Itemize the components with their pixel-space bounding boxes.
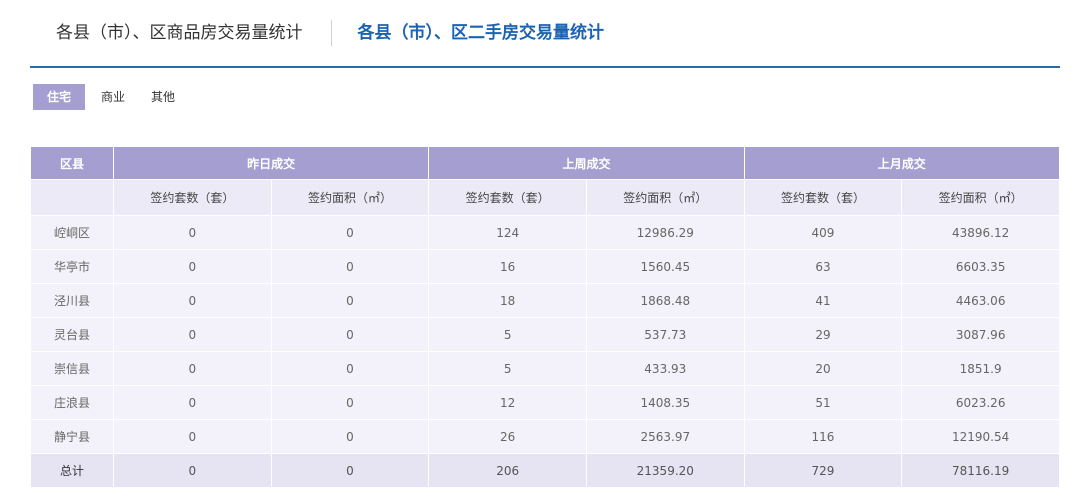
value-cell: 1560.45 [585, 249, 745, 284]
subheader-row: 签约套数（套） 签约面积（㎡） 签约套数（套） 签约面积（㎡） 签约套数（套） … [30, 179, 1060, 216]
value-cell: 1408.35 [585, 385, 745, 420]
value-cell: 124 [428, 215, 587, 250]
value-cell: 0 [270, 249, 430, 284]
district-cell: 庄浪县 [30, 385, 114, 420]
header-last-month: 上月成交 [743, 146, 1061, 180]
value-cell: 43896.12 [901, 215, 1060, 250]
header-last-week: 上周成交 [428, 146, 745, 180]
value-cell: 26 [428, 419, 587, 454]
tab-secondhand-housing[interactable]: 各县（市）、区二手房交易量统计 [332, 0, 633, 66]
district-cell: 崆峒区 [30, 215, 114, 250]
header-tabs: 各县（市）、区商品房交易量统计 各县（市）、区二手房交易量统计 [30, 0, 1060, 68]
value-cell: 12 [428, 385, 587, 420]
value-cell: 12986.29 [585, 215, 745, 250]
value-cell: 16 [428, 249, 587, 284]
value-cell: 1868.48 [585, 283, 745, 318]
subheader-cell: 签约面积（㎡） [901, 179, 1060, 216]
value-cell: 206 [428, 453, 587, 488]
value-cell: 20 [743, 351, 903, 386]
value-cell: 63 [743, 249, 903, 284]
value-cell: 6023.26 [901, 385, 1060, 420]
value-cell: 0 [113, 317, 272, 352]
value-cell: 409 [743, 215, 903, 250]
table-row: 泾川县 0 0 18 1868.48 41 4463.06 [30, 283, 1060, 318]
value-cell: 2563.97 [585, 419, 745, 454]
district-cell: 华亭市 [30, 249, 114, 284]
value-cell: 0 [270, 283, 430, 318]
transaction-table: 区县 昨日成交 上周成交 上月成交 签约套数（套） 签约面积（㎡） 签约套数（套… [30, 146, 1061, 488]
value-cell: 537.73 [585, 317, 745, 352]
subheader-empty [30, 179, 114, 216]
value-cell: 433.93 [585, 351, 745, 386]
value-cell: 41 [743, 283, 903, 318]
property-type-tabs: 住宅 商业 其他 [33, 84, 201, 110]
subheader-cell: 签约面积（㎡） [585, 179, 745, 216]
value-cell: 0 [270, 215, 430, 250]
header-district: 区县 [30, 146, 114, 180]
subtab-commercial[interactable]: 商业 [101, 84, 125, 110]
value-cell: 0 [113, 351, 272, 386]
district-cell: 总计 [30, 453, 114, 488]
value-cell: 0 [113, 215, 272, 250]
value-cell: 29 [743, 317, 903, 352]
value-cell: 18 [428, 283, 587, 318]
value-cell: 5 [428, 351, 587, 386]
subheader-cell: 签约面积（㎡） [270, 179, 430, 216]
value-cell: 5 [428, 317, 587, 352]
value-cell: 0 [270, 453, 430, 488]
value-cell: 0 [270, 385, 430, 420]
value-cell: 0 [113, 249, 272, 284]
value-cell: 4463.06 [901, 283, 1060, 318]
value-cell: 0 [113, 419, 272, 454]
district-cell: 静宁县 [30, 419, 114, 454]
value-cell: 0 [270, 351, 430, 386]
value-cell: 116 [743, 419, 903, 454]
value-cell: 6603.35 [901, 249, 1060, 284]
district-cell: 灵台县 [30, 317, 114, 352]
value-cell: 51 [743, 385, 903, 420]
value-cell: 0 [270, 419, 430, 454]
value-cell: 729 [743, 453, 903, 488]
table-row: 庄浪县 0 0 12 1408.35 51 6023.26 [30, 385, 1060, 420]
subheader-cell: 签约套数（套） [743, 179, 903, 216]
value-cell: 21359.20 [585, 453, 745, 488]
value-cell: 0 [113, 385, 272, 420]
total-row: 总计 0 0 206 21359.20 729 78116.19 [30, 453, 1060, 488]
subtab-residential[interactable]: 住宅 [33, 84, 86, 110]
table-row: 华亭市 0 0 16 1560.45 63 6603.35 [30, 249, 1060, 284]
district-cell: 泾川县 [30, 283, 114, 318]
header-yesterday: 昨日成交 [112, 146, 430, 180]
subheader-cell: 签约套数（套） [113, 179, 272, 216]
subtab-other[interactable]: 其他 [151, 84, 175, 110]
value-cell: 0 [113, 283, 272, 318]
value-cell: 3087.96 [901, 317, 1060, 352]
district-cell: 崇信县 [30, 351, 114, 386]
tab-commercial-housing[interactable]: 各县（市）、区商品房交易量统计 [30, 0, 331, 66]
table-row: 静宁县 0 0 26 2563.97 116 12190.54 [30, 419, 1060, 454]
table-row: 崆峒区 0 0 124 12986.29 409 43896.12 [30, 215, 1060, 250]
table-body: 签约套数（套） 签约面积（㎡） 签约套数（套） 签约面积（㎡） 签约套数（套） … [30, 179, 1060, 488]
subheader-cell: 签约套数（套） [428, 179, 587, 216]
table-row: 崇信县 0 0 5 433.93 20 1851.9 [30, 351, 1060, 386]
value-cell: 12190.54 [901, 419, 1060, 454]
table-row: 灵台县 0 0 5 537.73 29 3087.96 [30, 317, 1060, 352]
value-cell: 1851.9 [901, 351, 1060, 386]
value-cell: 0 [113, 453, 272, 488]
value-cell: 78116.19 [901, 453, 1060, 488]
value-cell: 0 [270, 317, 430, 352]
